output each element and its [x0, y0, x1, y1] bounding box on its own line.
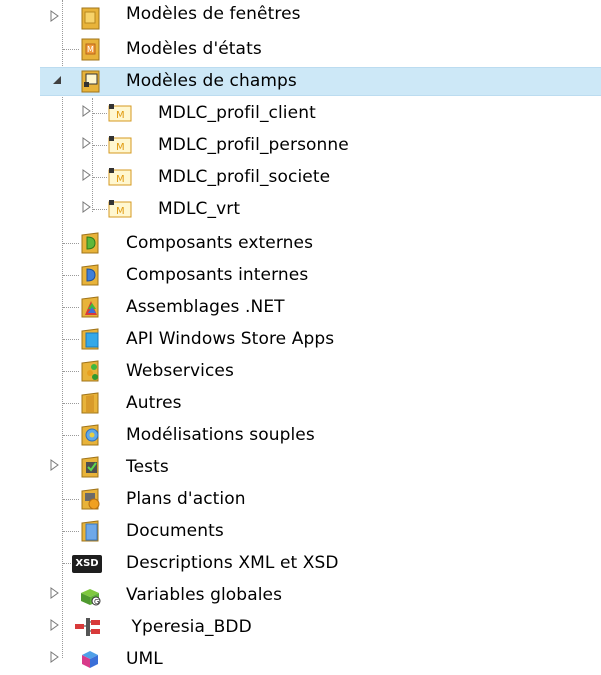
svg-text:M: M	[116, 174, 125, 185]
tree-item-label: API Windows Store Apps	[126, 329, 335, 349]
other-folder-icon	[80, 391, 102, 415]
tree-item-label: Descriptions XML et XSD	[126, 553, 339, 573]
tree-item-webservices[interactable]: Webservices	[0, 355, 601, 387]
tree-connector-branch	[63, 435, 79, 436]
control-template-folder-icon	[80, 69, 102, 93]
expand-arrow-icon[interactable]	[82, 201, 94, 215]
tree-connector-branch	[63, 275, 79, 276]
tree-item-label: Modélisations souples	[126, 425, 315, 445]
tree-item-mdlc-profil-personne[interactable]: M MDLC_profil_personne	[0, 129, 601, 161]
uml-icon	[78, 647, 100, 671]
selection-highlight	[40, 67, 601, 96]
tree-item-autres[interactable]: Autres	[0, 387, 601, 419]
external-component-folder-icon	[80, 231, 102, 255]
project-explorer-tree: Modèles de fenêtres M Modèles d'états Mo…	[0, 0, 601, 672]
svg-text:G: G	[94, 598, 99, 606]
tree-item-label: MDLC_profil_client	[158, 103, 316, 123]
tree-item-label: MDLC_profil_societe	[158, 167, 331, 187]
tree-item-modeles-etats[interactable]: M Modèles d'états	[0, 33, 601, 65]
tree-item-mdlc-vrt[interactable]: M MDLC_vrt	[0, 193, 601, 225]
tree-item-plans-action[interactable]: Plans d'action	[0, 483, 601, 515]
database-analysis-icon	[74, 615, 100, 639]
svg-text:M: M	[116, 110, 125, 121]
svg-text:M: M	[87, 45, 94, 54]
tree-item-api-windows-store-apps[interactable]: API Windows Store Apps	[0, 323, 601, 355]
windows-store-api-folder-icon	[80, 327, 102, 351]
dotnet-assembly-folder-icon	[80, 295, 102, 319]
expand-arrow-icon[interactable]	[50, 619, 62, 633]
tree-item-mdlc-profil-societe[interactable]: M MDLC_profil_societe	[0, 161, 601, 193]
window-template-folder-icon	[80, 6, 102, 30]
tree-item-documents[interactable]: Documents	[0, 515, 601, 547]
tree-item-label: MDLC_vrt	[158, 199, 241, 219]
webservices-folder-icon	[80, 359, 102, 383]
tree-item-label: Documents	[126, 521, 224, 541]
tree-item-label: Plans d'action	[126, 489, 246, 509]
documents-folder-icon	[80, 519, 102, 543]
tree-connector-branch	[63, 403, 79, 404]
control-template-icon: M	[108, 167, 132, 191]
tree-item-label: Webservices	[126, 361, 234, 381]
control-template-icon: M	[108, 135, 132, 159]
expand-arrow-icon[interactable]	[50, 10, 62, 24]
expand-arrow-icon[interactable]	[50, 651, 62, 665]
collapse-arrow-icon[interactable]	[52, 75, 64, 89]
tree-item-variables-globales[interactable]: G Variables globales	[0, 579, 601, 611]
tree-item-label: Composants externes	[126, 233, 314, 253]
flexible-modeling-folder-icon	[80, 423, 102, 447]
expand-arrow-icon[interactable]	[50, 587, 62, 601]
tree-connector-branch	[93, 113, 107, 114]
tree-connector-branch	[63, 563, 71, 564]
tree-item-label: UML	[126, 649, 163, 669]
tree-item-modeles-de-fenetres[interactable]: Modèles de fenêtres	[0, 2, 601, 34]
tree-connector-branch	[63, 499, 79, 500]
svg-text:M: M	[116, 142, 125, 153]
tree-item-label: Assemblages .NET	[126, 297, 285, 317]
tree-item-label: Yperesia_BDD	[126, 617, 252, 637]
tree-connector-branch	[63, 531, 79, 532]
tree-item-uml[interactable]: UML	[0, 643, 601, 675]
expand-arrow-icon[interactable]	[82, 105, 94, 119]
tree-item-tests[interactable]: Tests	[0, 451, 601, 483]
tree-item-label: Variables globales	[126, 585, 283, 605]
tree-item-modeles-de-champs[interactable]: Modèles de champs	[0, 65, 601, 97]
tree-item-label: Modèles d'états	[126, 39, 262, 59]
global-variables-icon: G	[78, 583, 101, 607]
tree-connector-branch	[93, 177, 107, 178]
tree-item-label: MDLC_profil_personne	[158, 135, 349, 155]
tree-item-assemblages-net[interactable]: Assemblages .NET	[0, 291, 601, 323]
tree-item-yperesia-bdd[interactable]: Yperesia_BDD	[0, 611, 601, 643]
tree-item-mdlc-profil-client[interactable]: M MDLC_profil_client	[0, 97, 601, 129]
control-template-icon: M	[108, 199, 132, 223]
tests-folder-icon	[80, 455, 102, 479]
tree-connector-branch	[63, 339, 79, 340]
tree-item-label: Composants internes	[126, 265, 309, 285]
tree-item-label: Tests	[126, 457, 169, 477]
tree-connector-branch	[63, 307, 79, 308]
action-plan-folder-icon	[80, 487, 102, 511]
svg-text:M: M	[116, 206, 125, 217]
tree-connector-branch	[63, 371, 79, 372]
report-template-folder-icon: M	[80, 37, 102, 61]
xsd-icon-text: XSD	[75, 558, 99, 569]
tree-item-descriptions-xml-xsd[interactable]: XSD Descriptions XML et XSD	[0, 547, 601, 579]
tree-item-composants-internes[interactable]: Composants internes	[0, 259, 601, 291]
tree-connector-branch	[63, 243, 79, 244]
tree-connector-branch	[63, 49, 79, 50]
tree-item-label: Autres	[126, 393, 182, 413]
expand-arrow-icon[interactable]	[50, 459, 62, 473]
tree-item-modelisations-souples[interactable]: Modélisations souples	[0, 419, 601, 451]
expand-arrow-icon[interactable]	[82, 169, 94, 183]
tree-connector-branch	[93, 209, 107, 210]
control-template-icon: M	[108, 103, 132, 127]
expand-arrow-icon[interactable]	[82, 137, 94, 151]
tree-item-label: Modèles de fenêtres	[126, 4, 301, 24]
tree-item-composants-externes[interactable]: Composants externes	[0, 227, 601, 259]
internal-component-folder-icon	[80, 263, 102, 287]
tree-item-label: Modèles de champs	[126, 71, 297, 91]
tree-connector-branch	[93, 145, 107, 146]
xsd-icon: XSD	[72, 555, 102, 573]
